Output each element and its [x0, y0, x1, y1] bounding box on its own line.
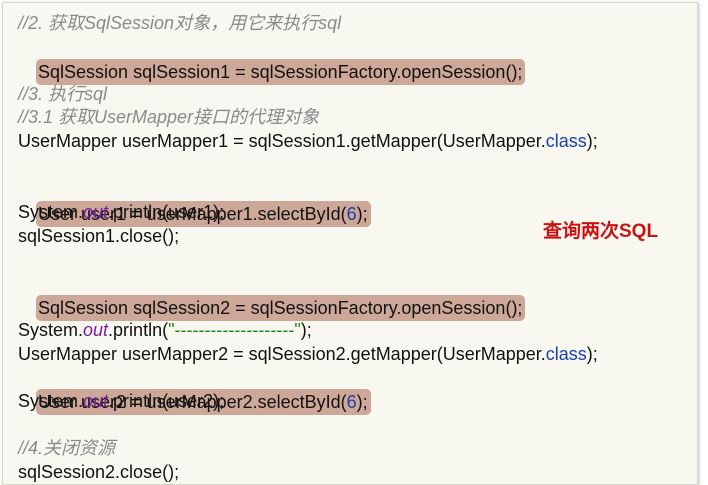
code-panel: //2. 获取SqlSession对象，用它来执行sql SqlSession …	[2, 2, 698, 485]
code-line-open-session-2: SqlSession sqlSession2 = sqlSessionFacto…	[18, 271, 526, 321]
comment-close-resources: //4.关闭资源	[18, 438, 116, 458]
code-line-print-separator: System.out.println("--------------------…	[18, 318, 312, 342]
keyword-class: class	[545, 344, 587, 364]
field-out: out	[83, 391, 109, 411]
code-line-print-user2: System.out.println(user2);	[18, 389, 224, 413]
highlight-open-session-1: SqlSession sqlSession1 = sqlSessionFacto…	[36, 59, 526, 85]
field-out: out	[83, 202, 109, 222]
string-literal: "--------------------"	[168, 320, 301, 340]
code-text: );	[356, 392, 368, 412]
code-line-close-session-2: sqlSession2.close();	[18, 462, 180, 482]
number-literal: 6	[346, 204, 357, 224]
keyword-class: class	[545, 131, 587, 151]
annotation-query-twice: 查询两次SQL	[543, 221, 659, 242]
code-line-close-session-1: sqlSession1.close();	[18, 226, 180, 246]
comment-get-session: //2. 获取SqlSession对象，用它来执行sql	[18, 13, 342, 33]
code-text: UserMapper userMapper2 = sqlSession2.get…	[18, 344, 546, 364]
code-line-select-1: User user1 = userMapper1.selectById(6);	[18, 177, 371, 227]
code-text: .println(user1);	[108, 202, 225, 222]
number-literal: 6	[346, 392, 357, 412]
code-line-select-2: User user2 = userMapper2.selectById(6);	[18, 365, 371, 415]
code-line-get-mapper-2: UserMapper userMapper2 = sqlSession2.get…	[18, 342, 598, 366]
comment-execute-sql: //3. 执行sql	[18, 84, 108, 104]
code-line-get-mapper-1: UserMapper userMapper1 = sqlSession1.get…	[18, 129, 598, 153]
code-text: );	[300, 320, 312, 340]
code-text: );	[356, 204, 368, 224]
code-text: .println(user2);	[108, 391, 225, 411]
code-text: System.	[18, 320, 84, 340]
comment-get-mapper: //3.1 获取UserMapper接口的代理对象	[18, 107, 320, 127]
code-text: System.	[18, 202, 84, 222]
code-text: );	[586, 344, 598, 364]
field-out: out	[83, 320, 109, 340]
code-text: .println(	[108, 320, 169, 340]
code-line-print-user1: System.out.println(user1);	[18, 200, 224, 224]
code-line-open-session-1: SqlSession sqlSession1 = sqlSessionFacto…	[18, 35, 526, 85]
code-text: );	[586, 131, 598, 151]
code-text: UserMapper userMapper1 = sqlSession1.get…	[18, 131, 546, 151]
code-text: System.	[18, 391, 84, 411]
